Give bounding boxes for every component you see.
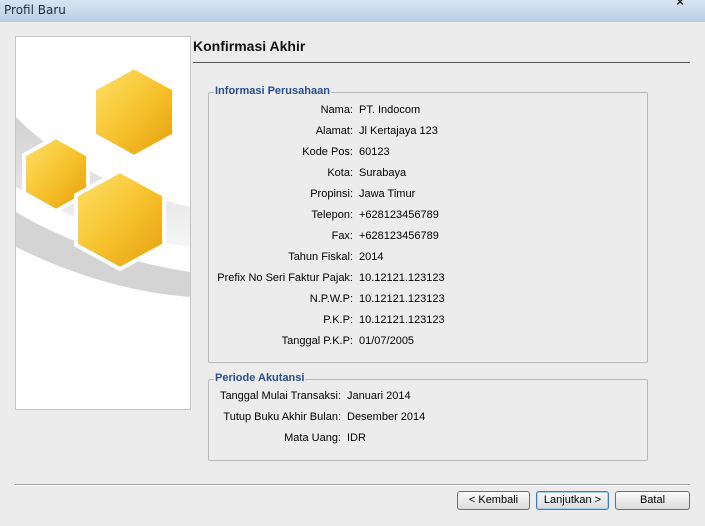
- row-label: Fax:: [331, 230, 353, 242]
- wizard-window: Konfirmasi Akhir Informasi Perusahaan Na…: [0, 22, 705, 526]
- row-label: Mata Uang:: [284, 432, 341, 444]
- window-title: Profil Baru: [4, 3, 66, 17]
- next-button[interactable]: Lanjutkan >: [536, 491, 609, 510]
- honeycomb-graphic: [15, 36, 191, 410]
- back-button[interactable]: < Kembali: [457, 491, 530, 510]
- close-icon[interactable]: ×: [663, 0, 697, 10]
- row-value: 10.12121.123123: [359, 272, 445, 284]
- row-value: Jl Kertajaya 123: [359, 125, 438, 137]
- row-label: N.P.W.P:: [309, 293, 353, 305]
- row-label: Prefix No Seri Faktur Pajak:: [217, 272, 353, 284]
- row-value: 10.12121.123123: [359, 314, 445, 326]
- row-value: +628123456789: [359, 209, 439, 221]
- cancel-button[interactable]: Batal: [615, 491, 690, 510]
- row-label: Propinsi:: [310, 188, 353, 200]
- row-value: 10.12121.123123: [359, 293, 445, 305]
- row-label: Tutup Buku Akhir Bulan:: [223, 411, 341, 423]
- row-value: Surabaya: [359, 167, 407, 179]
- row-value: 01/07/2005: [359, 335, 415, 347]
- row-label: Tanggal Mulai Transaksi:: [219, 390, 341, 402]
- row-label: Tanggal P.K.P:: [281, 335, 353, 347]
- row-value: Januari 2014: [347, 390, 411, 402]
- row-label: Telepon:: [311, 209, 353, 221]
- row-value: Jawa Timur: [359, 188, 416, 200]
- row-label: Tahun Fiskal:: [288, 251, 353, 263]
- title-divider: [193, 62, 690, 63]
- row-label: Kota:: [327, 167, 353, 179]
- row-value: IDR: [347, 432, 366, 444]
- title-bar: Profil Baru ×: [0, 0, 705, 23]
- row-value: PT. Indocom: [359, 104, 421, 116]
- row-label: Nama:: [320, 104, 353, 116]
- row-value: 60123: [359, 146, 390, 158]
- footer-divider: [15, 484, 690, 486]
- row-value: 2014: [359, 251, 384, 263]
- row-value: Desember 2014: [347, 411, 426, 423]
- company-info-legend: Informasi Perusahaan: [214, 85, 331, 97]
- row-label: Kode Pos:: [302, 146, 353, 158]
- page-title: Konfirmasi Akhir: [193, 38, 306, 54]
- row-label: Alamat:: [315, 125, 353, 137]
- row-value: +628123456789: [359, 230, 439, 242]
- row-label: P.K.P:: [323, 314, 353, 326]
- accounting-period-legend: Periode Akutansi: [214, 372, 306, 384]
